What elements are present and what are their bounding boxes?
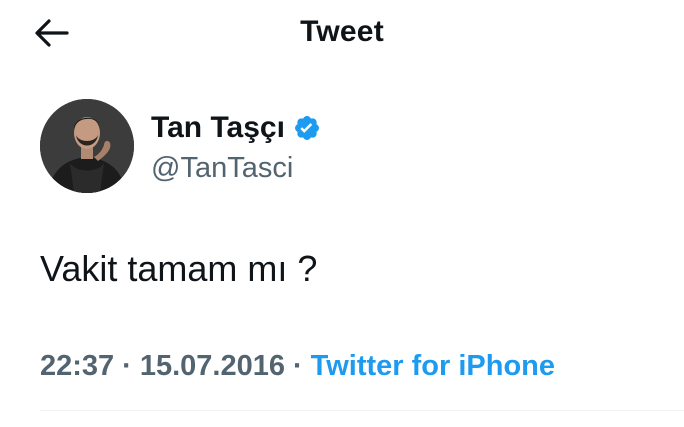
author-handle[interactable]: @TanTasci <box>151 149 293 187</box>
author-name[interactable]: Tan Taşçı <box>151 108 285 148</box>
meta-separator: · <box>122 350 132 382</box>
author-name-row[interactable]: Tan Taşçı <box>151 108 321 148</box>
page-title: Tweet <box>300 15 384 48</box>
tweet-text: Vakit tamam mı ? <box>40 248 318 289</box>
meta-separator: · <box>293 350 303 382</box>
tweet-detail-page: Tweet Tan Taşçı @TanTasci Vakit tamam mı… <box>0 0 684 427</box>
verified-badge-icon <box>293 114 321 142</box>
profile-photo <box>40 99 134 193</box>
avatar[interactable] <box>40 99 134 193</box>
tweet-meta: 22:37 · 15.07.2016 · Twitter for iPhone <box>40 346 555 386</box>
tweet-time[interactable]: 22:37 <box>40 350 114 382</box>
tweet-source-link[interactable]: Twitter for iPhone <box>311 350 555 382</box>
divider <box>40 410 684 411</box>
tweet-date[interactable]: 15.07.2016 <box>140 350 285 382</box>
